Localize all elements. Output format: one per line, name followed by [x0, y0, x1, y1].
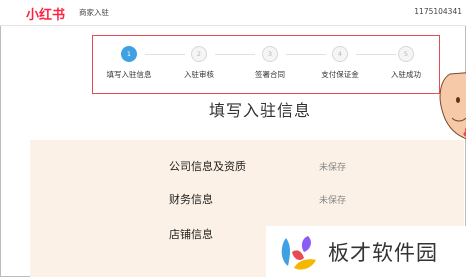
step-success: 5 入驻成功 — [371, 36, 441, 93]
store-info-label[interactable]: 店铺信息 — [169, 226, 213, 242]
company-info-label[interactable]: 公司信息及资质 — [169, 158, 246, 174]
step-number: 5 — [398, 46, 414, 62]
merchant-onboarding-link[interactable]: 商家入驻 — [79, 7, 109, 18]
watermark-text: 板才软件园 — [328, 241, 438, 265]
step-label: 入驻审核 — [184, 70, 214, 79]
xiaohongshu-logo[interactable]: 小红书 — [26, 4, 65, 23]
company-info-status: 未保存 — [319, 163, 347, 173]
step-label: 填写入驻信息 — [106, 70, 152, 79]
step-label: 签署合同 — [255, 70, 285, 79]
step-number: 1 — [121, 46, 137, 62]
step-review: 2 入驻审核 — [164, 36, 234, 93]
step-number: 4 — [332, 46, 348, 62]
step-contract: 3 签署合同 — [235, 36, 305, 93]
step-number: 3 — [262, 46, 278, 62]
finance-info-status: 未保存 — [319, 196, 347, 206]
step-deposit: 4 支付保证金 — [305, 36, 375, 93]
watermark-banner: 板才软件园 — [266, 226, 466, 277]
watermark-logo-icon — [281, 236, 316, 270]
step-fill-info: 1 填写入驻信息 — [94, 36, 164, 93]
account-id[interactable]: 1175104341 — [414, 7, 462, 16]
step-label: 入驻成功 — [391, 70, 421, 79]
step-number: 2 — [191, 46, 207, 62]
step-label: 支付保证金 — [321, 70, 359, 79]
finance-info-label[interactable]: 财务信息 — [169, 191, 213, 207]
progress-steps: 1 填写入驻信息 2 入驻审核 3 签署合同 4 支付保证金 5 入驻成功 — [92, 35, 440, 94]
top-bar: 小红书 商家入驻 1175104341 — [0, 0, 466, 26]
page-title: 填写入驻信息 — [208, 101, 311, 120]
